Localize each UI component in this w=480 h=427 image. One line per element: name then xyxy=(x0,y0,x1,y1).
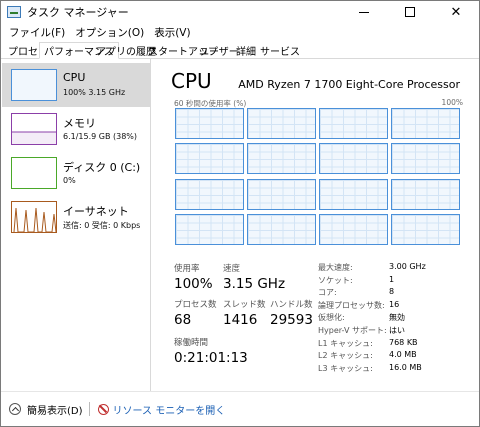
resource-sidebar: CPU 100% 3.15 GHz メモリ 6.1/15.9 GB (38%) … xyxy=(1,59,151,391)
logical-processor-graph xyxy=(175,143,244,175)
handles-value: 29593 xyxy=(270,312,313,328)
logical-processor-graph xyxy=(319,213,388,245)
speed-value: 3.15 GHz xyxy=(223,276,286,292)
window-title: タスク マネージャー xyxy=(27,6,129,19)
close-button[interactable]: ✕ xyxy=(433,1,479,23)
sidebar-item-detail: 0% xyxy=(63,176,76,185)
spec-value: 3.00 GHz xyxy=(389,262,426,271)
spec-value: 無効 xyxy=(389,313,405,323)
logical-processor-graph xyxy=(391,143,460,175)
usage-label: 使用率 xyxy=(174,264,200,274)
spec-row: L1 キャッシュ: 768 KB xyxy=(318,338,468,350)
logical-processor-graph xyxy=(247,143,316,175)
spec-key: L2 キャッシュ: xyxy=(318,351,373,361)
memory-mini-graph xyxy=(11,113,57,145)
task-manager-icon xyxy=(7,6,21,18)
sidebar-item-label: CPU xyxy=(63,71,86,84)
handles-label: ハンドル数 xyxy=(270,300,313,310)
sidebar-item-detail: 100% 3.15 GHz xyxy=(63,88,126,97)
speed-label: 速度 xyxy=(223,264,241,274)
spec-row: 論理プロセッサ数: 16 xyxy=(318,300,468,312)
minimize-button[interactable] xyxy=(341,1,387,23)
maximize-button[interactable] xyxy=(387,1,433,23)
threads-value: 1416 xyxy=(223,312,258,328)
menu-options[interactable]: オプション(O) xyxy=(71,25,148,40)
page-title: CPU xyxy=(171,69,212,93)
spec-key: コア: xyxy=(318,288,337,298)
logical-processor-graph xyxy=(175,178,244,210)
spec-key: L1 キャッシュ: xyxy=(318,338,373,348)
spec-value: 16.0 MB xyxy=(389,362,422,372)
spec-key: L3 キャッシュ: xyxy=(318,363,373,373)
resource-monitor-icon xyxy=(97,403,109,415)
logical-processor-graph xyxy=(247,178,316,210)
menu-view[interactable]: 表示(V) xyxy=(150,25,194,40)
cpu-model-name: AMD Ryzen 7 1700 Eight-Core Processor xyxy=(238,78,460,91)
menu-bar: ファイル(F) オプション(O) 表示(V) xyxy=(1,23,479,41)
sidebar-item-label: メモリ xyxy=(63,117,96,130)
chevron-up-icon[interactable] xyxy=(9,403,21,415)
spec-row: L2 キャッシュ: 4.0 MB xyxy=(318,350,468,362)
spec-row: コア: 8 xyxy=(318,287,468,299)
spec-value: 4.0 MB xyxy=(389,350,417,360)
sidebar-item-detail: 6.1/15.9 GB (38%) xyxy=(63,132,138,141)
spec-value: はい xyxy=(389,326,405,335)
threads-label: スレッド数 xyxy=(223,300,266,310)
graph-max-label: 100% xyxy=(441,98,463,107)
logical-processor-graph xyxy=(319,178,388,210)
logical-processor-graph xyxy=(319,143,388,175)
minimize-icon xyxy=(359,11,369,13)
logical-processor-graph xyxy=(391,108,460,139)
spec-row: ソケット: 1 xyxy=(318,275,468,287)
sidebar-item-cpu[interactable]: CPU 100% 3.15 GHz xyxy=(2,63,150,107)
footer-bar: 簡易表示(D) リソース モニターを開く xyxy=(1,391,479,426)
spec-key: Hyper-V サポート: xyxy=(318,326,387,335)
close-icon: ✕ xyxy=(450,4,462,20)
spec-key: 仮想化: xyxy=(318,313,345,323)
maximize-icon xyxy=(405,7,415,17)
spec-value: 8 xyxy=(389,287,395,297)
logical-processor-graph xyxy=(175,108,244,139)
uptime-value: 0:21:01:13 xyxy=(174,350,248,366)
logical-processor-graph xyxy=(391,213,460,245)
menu-file[interactable]: ファイル(F) xyxy=(5,25,69,40)
spec-value: 16 xyxy=(389,299,400,309)
disk-mini-graph xyxy=(11,157,57,189)
sidebar-item-ethernet[interactable]: イーサネット 送信: 0 受信: 0 Kbps xyxy=(2,195,150,239)
spec-key: ソケット: xyxy=(318,275,353,285)
tab-services[interactable]: サービス xyxy=(255,42,305,59)
spec-key: 論理プロセッサ数: xyxy=(318,300,385,310)
uptime-label: 稼働時間 xyxy=(174,338,209,348)
spec-key: 最大速度: xyxy=(318,263,353,272)
logical-processor-graph xyxy=(319,108,388,139)
ethernet-mini-graph xyxy=(11,201,57,233)
processes-value: 68 xyxy=(174,312,192,328)
spec-row: 仮想化: 無効 xyxy=(318,312,468,324)
task-manager-window: タスク マネージャー ✕ ファイル(F) オプション(O) 表示(V) プロセス… xyxy=(0,0,480,427)
spec-row: 最大速度: 3.00 GHz xyxy=(318,262,468,274)
processes-label: プロセス数 xyxy=(174,300,217,310)
sidebar-item-memory[interactable]: メモリ 6.1/15.9 GB (38%) xyxy=(2,107,150,151)
spec-row: Hyper-V サポート: はい xyxy=(318,325,468,337)
logical-processor-graphs[interactable] xyxy=(175,108,463,245)
sidebar-item-label: ディスク 0 (C:) xyxy=(63,161,141,174)
logical-processor-graph xyxy=(247,108,316,139)
fewer-details-link[interactable]: 簡易表示(D) xyxy=(27,402,83,417)
spec-value: 1 xyxy=(389,274,395,284)
sidebar-item-label: イーサネット xyxy=(63,205,129,218)
footer-divider xyxy=(88,402,90,416)
spec-value: 768 KB xyxy=(389,337,418,347)
open-resource-monitor-link[interactable]: リソース モニターを開く xyxy=(113,402,226,417)
usage-value: 100% xyxy=(174,276,213,292)
logical-processor-graph xyxy=(175,213,244,245)
logical-processor-graph xyxy=(391,178,460,210)
sidebar-item-disk[interactable]: ディスク 0 (C:) 0% xyxy=(2,151,150,195)
sidebar-item-detail: 送信: 0 受信: 0 Kbps xyxy=(63,221,141,230)
cpu-mini-graph xyxy=(11,69,57,101)
title-bar[interactable]: タスク マネージャー ✕ xyxy=(1,1,479,23)
spec-row: L3 キャッシュ: 16.0 MB xyxy=(318,363,468,375)
logical-processor-graph xyxy=(247,213,316,245)
tab-bar: プロセス パフォーマンス アプリの履歴 スタートアップ ユーザー 詳細 サービス xyxy=(1,41,479,59)
cpu-detail-panel: CPU AMD Ryzen 7 1700 Eight-Core Processo… xyxy=(159,59,477,391)
